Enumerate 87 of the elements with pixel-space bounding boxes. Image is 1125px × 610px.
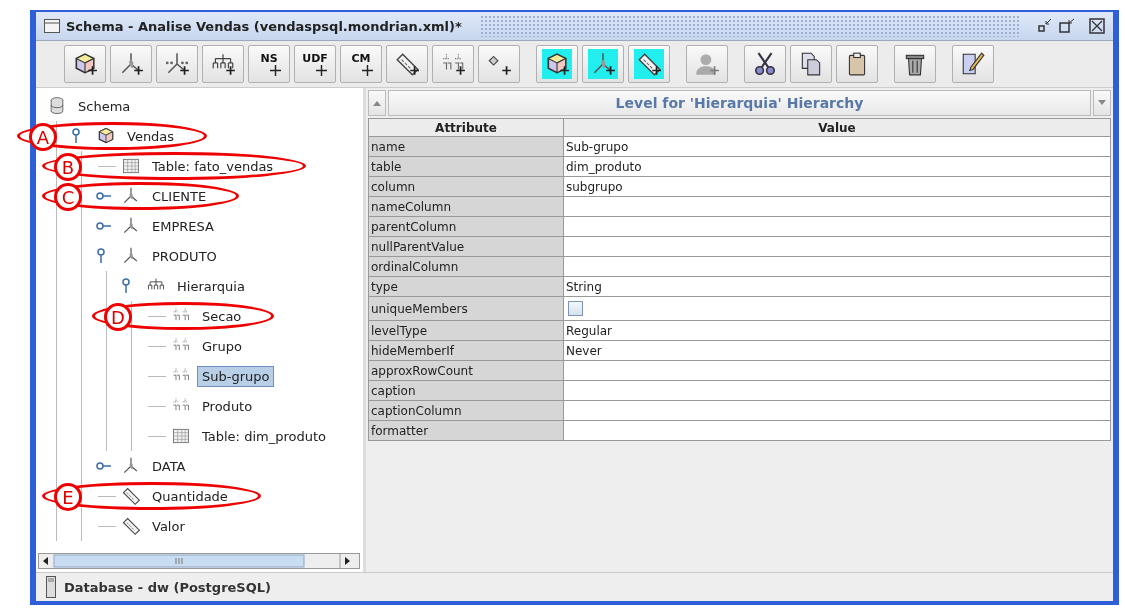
attribute-cell: nameColumn <box>368 196 564 217</box>
expand-handle[interactable] <box>121 278 131 294</box>
attribute-cell: nullParentValue <box>368 236 564 257</box>
value-cell[interactable]: subgrupo <box>563 176 1111 197</box>
callout-label: C <box>54 183 82 211</box>
horizontal-scrollbar[interactable] <box>38 553 360 569</box>
tree-item[interactable]: Vendas <box>122 125 180 147</box>
toolbar-button[interactable] <box>744 45 786 83</box>
plus-icon <box>315 64 327 76</box>
plus-icon <box>361 64 373 76</box>
window-icon <box>44 19 60 33</box>
panel-title: Level for 'Hierarquia' Hierarchy <box>388 90 1091 116</box>
ruler-icon <box>634 49 664 79</box>
toolbar-button[interactable]: CM <box>340 45 382 83</box>
attribute-cell: hideMemberIf <box>368 340 564 361</box>
dropdown-button[interactable] <box>1093 90 1111 116</box>
caret-icon <box>1098 100 1106 106</box>
ruler-icon <box>120 485 142 507</box>
attribute-cell: column <box>368 176 564 197</box>
callout-label: B <box>54 153 82 181</box>
database-icon <box>46 576 56 598</box>
attribute-cell: parentColumn <box>368 216 564 237</box>
tree-item[interactable]: Secao <box>197 305 247 327</box>
attribute-cell: approxRowCount <box>368 360 564 381</box>
expand-handle[interactable] <box>96 191 112 201</box>
toolbar-button[interactable] <box>894 45 936 83</box>
expand-handle[interactable] <box>96 248 106 264</box>
tree-item[interactable]: Hierarquia <box>172 275 250 297</box>
attribute-cell: ordinalColumn <box>368 256 564 277</box>
expand-handle[interactable] <box>96 461 112 471</box>
toolbar-button[interactable] <box>952 45 994 83</box>
tree-item[interactable]: PRODUTO <box>147 245 222 267</box>
checkbox[interactable] <box>568 301 583 316</box>
window-title: Schema - Analise Vendas (vendaspsql.mondrian.xml)* <box>66 18 462 34</box>
column-header: Attribute <box>368 118 564 137</box>
toolbar-button[interactable] <box>536 45 578 83</box>
tree-item[interactable]: Produto <box>197 395 258 417</box>
attribute-cell: caption <box>368 380 564 401</box>
toolbar-button[interactable] <box>202 45 244 83</box>
status-text: Database - dw (PostgreSQL) <box>64 579 271 595</box>
value-cell[interactable]: String <box>563 276 1111 297</box>
callout-label: D <box>104 303 132 331</box>
toolbar-button[interactable] <box>628 45 670 83</box>
toolbar-button[interactable] <box>836 45 878 83</box>
tree-item[interactable]: CLIENTE <box>147 185 212 207</box>
callout-label: E <box>54 483 82 511</box>
attribute-cell: table <box>368 156 564 177</box>
axes-icon <box>588 49 618 79</box>
expand-handle[interactable] <box>71 128 81 144</box>
callout-label: A <box>29 123 57 151</box>
value-cell[interactable]: Regular <box>563 320 1111 341</box>
toolbar-button[interactable] <box>478 45 520 83</box>
toolbar-button[interactable]: UDF <box>294 45 336 83</box>
tree-item[interactable]: Grupo <box>197 335 247 357</box>
toolbar-button[interactable] <box>790 45 832 83</box>
tree-item[interactable]: Table: fato_vendas <box>147 155 279 177</box>
tree-item[interactable]: Sub-grupo <box>197 365 275 387</box>
tree-item[interactable]: EMPRESA <box>147 215 219 237</box>
minimize-button[interactable] <box>1037 18 1053 34</box>
toolbar-button[interactable]: NS <box>248 45 290 83</box>
attribute-cell: formatter <box>368 420 564 441</box>
toolbar-button[interactable] <box>386 45 428 83</box>
close-button[interactable] <box>1089 18 1105 34</box>
toolbar-button[interactable] <box>582 45 624 83</box>
plus-icon <box>269 64 281 76</box>
expand-handle[interactable] <box>96 221 112 231</box>
value-cell[interactable]: dim_produto <box>563 156 1111 177</box>
toolbar-button[interactable] <box>156 45 198 83</box>
attribute-cell: name <box>368 136 564 157</box>
attribute-cell: type <box>368 276 564 297</box>
scroll-up-button[interactable] <box>368 90 386 116</box>
tree-item[interactable]: Schema <box>73 95 136 117</box>
column-header: Value <box>563 118 1111 137</box>
tree-item[interactable]: Quantidade <box>147 485 233 507</box>
attribute-cell: captionColumn <box>368 400 564 421</box>
value-cell[interactable]: Sub-grupo <box>563 136 1111 157</box>
attribute-cell: levelType <box>368 320 564 341</box>
tree-item[interactable]: Valor <box>147 515 190 537</box>
toolbar-button[interactable] <box>64 45 106 83</box>
tree-item[interactable]: Table: dim_produto <box>197 425 331 447</box>
value-cell[interactable]: Never <box>563 340 1111 361</box>
cube-icon <box>542 49 572 79</box>
maximize-button[interactable] <box>1059 18 1075 34</box>
attribute-cell: uniqueMembers <box>368 296 564 321</box>
tree-item[interactable]: DATA <box>147 455 191 477</box>
caret-icon <box>373 100 381 106</box>
ruler-icon <box>120 515 142 537</box>
